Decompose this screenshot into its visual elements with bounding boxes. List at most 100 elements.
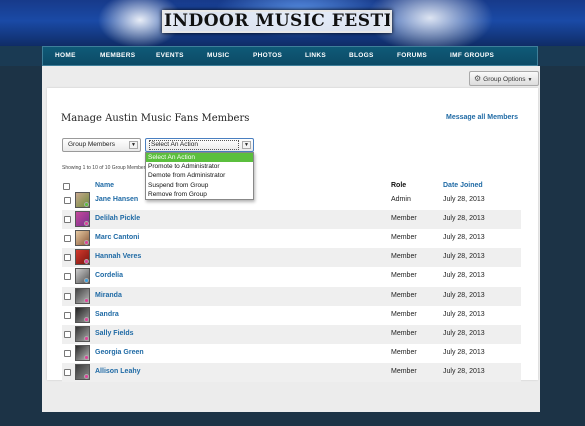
row-checkbox[interactable] bbox=[64, 254, 71, 262]
member-name-link[interactable]: Cordelia bbox=[95, 272, 123, 279]
showing-count: Showing 1 to 10 of 10 Group Members bbox=[62, 165, 145, 171]
action-option-suspend[interactable]: Suspend from Group bbox=[146, 181, 253, 190]
site-logo[interactable]: INDOOR MUSIC FESTIVALS bbox=[162, 10, 392, 33]
select-all-checkbox[interactable] bbox=[63, 183, 70, 190]
avatar[interactable] bbox=[75, 363, 90, 380]
column-role-header: Role bbox=[391, 182, 407, 189]
member-name-link[interactable]: Allison Leahy bbox=[95, 368, 141, 375]
row-checkbox[interactable] bbox=[64, 368, 71, 376]
avatar[interactable] bbox=[75, 192, 90, 208]
avatar[interactable] bbox=[75, 268, 90, 285]
nav-events[interactable]: EVENTS bbox=[156, 47, 184, 65]
nav-links[interactable]: LINKS bbox=[305, 47, 326, 65]
caret-down-icon: ▼ bbox=[527, 77, 533, 83]
member-date-joined: July 28, 2013 bbox=[443, 196, 485, 203]
member-filter-value: Group Members bbox=[68, 141, 115, 148]
table-row: Cordelia Member July 28, 2013 bbox=[62, 267, 521, 286]
avatar[interactable] bbox=[75, 249, 90, 266]
member-role: Admin bbox=[391, 196, 411, 203]
member-date-joined: July 28, 2013 bbox=[443, 329, 485, 337]
avatar[interactable] bbox=[75, 211, 90, 228]
select-arrow-icon: ▼ bbox=[129, 141, 138, 149]
gear-icon: ⚙ bbox=[474, 74, 482, 83]
member-date-joined: July 28, 2013 bbox=[443, 367, 485, 375]
member-role: Member bbox=[391, 215, 417, 223]
member-role: Member bbox=[391, 253, 417, 261]
member-role: Member bbox=[391, 272, 417, 280]
status-badge bbox=[84, 278, 89, 284]
avatar[interactable] bbox=[75, 344, 90, 361]
member-filter-select[interactable]: Group Members ▼ bbox=[62, 138, 141, 152]
table-row: Hannah Veres Member July 28, 2013 bbox=[62, 248, 521, 268]
action-option-promote[interactable]: Promote to Administrator bbox=[146, 162, 253, 171]
status-badge bbox=[84, 335, 89, 341]
avatar[interactable] bbox=[75, 287, 90, 304]
status-badge bbox=[84, 354, 89, 360]
table-row: Sandra Member July 28, 2013 bbox=[62, 306, 521, 325]
column-date-header[interactable]: Date Joined bbox=[443, 182, 483, 189]
member-name-link[interactable]: Sally Fields bbox=[95, 330, 134, 337]
member-name-link[interactable]: Marc Cantoni bbox=[95, 234, 139, 241]
member-name-link[interactable]: Hannah Veres bbox=[95, 253, 141, 260]
member-date-joined: July 28, 2013 bbox=[443, 291, 485, 299]
member-date-joined: July 28, 2013 bbox=[443, 348, 485, 356]
member-date-joined: July 28, 2013 bbox=[443, 234, 485, 242]
row-checkbox[interactable] bbox=[64, 216, 71, 224]
member-role: Member bbox=[391, 291, 417, 299]
action-option-select[interactable]: Select An Action bbox=[146, 153, 253, 163]
column-name-header[interactable]: Name bbox=[95, 182, 114, 189]
avatar[interactable] bbox=[75, 325, 90, 342]
nav-home[interactable]: HOME bbox=[55, 47, 76, 65]
group-options-button[interactable]: ⚙ Group Options ▼ bbox=[469, 71, 539, 86]
member-role: Member bbox=[391, 348, 417, 356]
row-checkbox[interactable] bbox=[64, 349, 71, 357]
action-option-demote[interactable]: Demote from Administrator bbox=[146, 171, 253, 180]
nav-members[interactable]: MEMBERS bbox=[100, 47, 135, 65]
member-role: Member bbox=[391, 367, 417, 375]
member-role: Member bbox=[391, 329, 417, 337]
group-options-label: Group Options bbox=[483, 76, 526, 83]
avatar[interactable] bbox=[75, 230, 90, 247]
member-name-link[interactable]: Georgia Green bbox=[95, 349, 144, 356]
member-name-link[interactable]: Sandra bbox=[95, 311, 119, 318]
row-checkbox[interactable] bbox=[64, 292, 71, 300]
table-row: Georgia Green Member July 28, 2013 bbox=[62, 344, 521, 363]
nav-music[interactable]: MUSIC bbox=[207, 47, 229, 65]
row-checkbox[interactable] bbox=[64, 311, 71, 319]
row-checkbox[interactable] bbox=[64, 330, 71, 338]
status-badge bbox=[84, 297, 89, 303]
row-checkbox[interactable] bbox=[64, 273, 71, 281]
focus-outline bbox=[149, 140, 239, 150]
member-name-link[interactable]: Jane Hansen bbox=[95, 196, 138, 203]
message-all-members-link[interactable]: Message all Members bbox=[446, 114, 518, 121]
avatar[interactable] bbox=[75, 306, 90, 323]
member-date-joined: July 28, 2013 bbox=[443, 310, 485, 318]
member-date-joined: July 28, 2013 bbox=[443, 272, 485, 280]
status-badge bbox=[84, 259, 89, 265]
row-checkbox[interactable] bbox=[64, 197, 71, 204]
member-date-joined: July 28, 2013 bbox=[443, 215, 485, 223]
status-badge bbox=[84, 221, 89, 227]
table-row: Delilah Pickle Member July 28, 2013 bbox=[62, 210, 521, 230]
table-row: Miranda Member July 28, 2013 bbox=[62, 286, 521, 306]
main-nav: HOME MEMBERS EVENTS MUSIC PHOTOS LINKS B… bbox=[42, 46, 538, 66]
select-arrow-icon: ▼ bbox=[242, 141, 251, 149]
table-row: Sally Fields Member July 28, 2013 bbox=[62, 324, 521, 344]
status-badge bbox=[84, 240, 89, 246]
nav-imf-groups[interactable]: IMF GROUPS bbox=[450, 47, 494, 65]
status-badge bbox=[84, 373, 89, 379]
member-name-link[interactable]: Delilah Pickle bbox=[95, 215, 140, 222]
table-row: Marc Cantoni Member July 28, 2013 bbox=[62, 229, 521, 248]
table-row: Allison Leahy Member July 28, 2013 bbox=[62, 362, 521, 382]
action-select[interactable]: Select An Action ▼ bbox=[145, 138, 254, 152]
member-role: Member bbox=[391, 310, 417, 318]
table-row: Jane Hansen Admin July 28, 2013 bbox=[62, 191, 521, 210]
member-name-link[interactable]: Miranda bbox=[95, 292, 122, 299]
member-date-joined: July 28, 2013 bbox=[443, 253, 485, 261]
status-badge bbox=[84, 202, 89, 207]
page-title: Manage Austin Music Fans Members bbox=[61, 113, 250, 124]
nav-photos[interactable]: PHOTOS bbox=[253, 47, 282, 65]
nav-forums[interactable]: FORUMS bbox=[397, 47, 427, 65]
nav-blogs[interactable]: BLOGS bbox=[349, 47, 374, 65]
row-checkbox[interactable] bbox=[64, 235, 71, 243]
